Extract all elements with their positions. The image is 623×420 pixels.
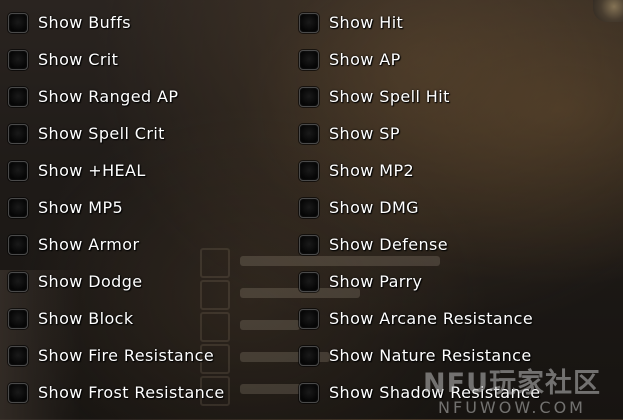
option-show-hit[interactable]: Show Hit [299, 4, 541, 41]
option-label: Show +HEAL [38, 161, 146, 180]
option-show-parry[interactable]: Show Parry [299, 263, 541, 300]
checkbox-show-armor[interactable] [8, 234, 28, 255]
checkbox-show-spell-crit[interactable] [8, 123, 28, 144]
option-show-armor[interactable]: Show Armor [8, 226, 225, 263]
option-show-spell-hit[interactable]: Show Spell Hit [299, 78, 541, 115]
option-show-ranged-ap[interactable]: Show Ranged AP [8, 78, 225, 115]
checkbox-show-hit[interactable] [299, 12, 319, 33]
corner-ornament-icon [593, 0, 623, 22]
checkbox-show-dmg[interactable] [299, 197, 319, 218]
option-label: Show Hit [329, 13, 404, 32]
option-label: Show Parry [329, 272, 423, 291]
checkbox-show-frost-resistance[interactable] [8, 382, 28, 403]
option-label: Show Buffs [38, 13, 131, 32]
checkbox-show-mp5[interactable] [8, 197, 28, 218]
option-show-crit[interactable]: Show Crit [8, 41, 225, 78]
checkbox-show-parry[interactable] [299, 271, 319, 292]
checkbox-show-ranged-ap[interactable] [8, 86, 28, 107]
checkbox-show-ap[interactable] [299, 49, 319, 70]
option-show-ap[interactable]: Show AP [299, 41, 541, 78]
option-label: Show MP5 [38, 198, 124, 217]
option-show-spell-crit[interactable]: Show Spell Crit [8, 115, 225, 152]
option-show-arcane-resistance[interactable]: Show Arcane Resistance [299, 300, 541, 337]
options-column-right: Show Hit Show AP Show Spell Hit Show SP … [299, 4, 541, 411]
option-label: Show Spell Hit [329, 87, 450, 106]
option-label: Show Defense [329, 235, 449, 254]
checkbox-show-spell-hit[interactable] [299, 86, 319, 107]
option-label: Show Nature Resistance [329, 346, 532, 365]
option-show-mp5[interactable]: Show MP5 [8, 189, 225, 226]
option-label: Show Ranged AP [38, 87, 179, 106]
checkbox-show-heal[interactable] [8, 160, 28, 181]
option-show-dmg[interactable]: Show DMG [299, 189, 541, 226]
option-show-shadow-resistance[interactable]: Show Shadow Resistance [299, 374, 541, 411]
checkbox-show-fire-resistance[interactable] [8, 345, 28, 366]
option-show-heal[interactable]: Show +HEAL [8, 152, 225, 189]
checkbox-show-sp[interactable] [299, 123, 319, 144]
checkbox-show-defense[interactable] [299, 234, 319, 255]
checkbox-show-arcane-resistance[interactable] [299, 308, 319, 329]
option-label: Show DMG [329, 198, 419, 217]
option-show-mp2[interactable]: Show MP2 [299, 152, 541, 189]
option-show-sp[interactable]: Show SP [299, 115, 541, 152]
option-label: Show SP [329, 124, 400, 143]
checkbox-show-nature-resistance[interactable] [299, 345, 319, 366]
option-label: Show Armor [38, 235, 140, 254]
option-label: Show Crit [38, 50, 119, 69]
option-label: Show Frost Resistance [38, 383, 225, 402]
checkbox-show-dodge[interactable] [8, 271, 28, 292]
option-label: Show AP [329, 50, 401, 69]
option-show-nature-resistance[interactable]: Show Nature Resistance [299, 337, 541, 374]
option-show-fire-resistance[interactable]: Show Fire Resistance [8, 337, 225, 374]
option-label: Show Dodge [38, 272, 143, 291]
checkbox-show-crit[interactable] [8, 49, 28, 70]
checkbox-show-mp2[interactable] [299, 160, 319, 181]
option-label: Show Shadow Resistance [329, 383, 541, 402]
option-label: Show MP2 [329, 161, 415, 180]
option-label: Show Arcane Resistance [329, 309, 534, 328]
checkbox-show-buffs[interactable] [8, 12, 28, 33]
option-label: Show Fire Resistance [38, 346, 215, 365]
option-show-defense[interactable]: Show Defense [299, 226, 541, 263]
option-label: Show Block [38, 309, 134, 328]
option-show-buffs[interactable]: Show Buffs [8, 4, 225, 41]
option-label: Show Spell Crit [38, 124, 165, 143]
option-show-dodge[interactable]: Show Dodge [8, 263, 225, 300]
option-show-frost-resistance[interactable]: Show Frost Resistance [8, 374, 225, 411]
checkbox-show-shadow-resistance[interactable] [299, 382, 319, 403]
checkbox-show-block[interactable] [8, 308, 28, 329]
option-show-block[interactable]: Show Block [8, 300, 225, 337]
options-column-left: Show Buffs Show Crit Show Ranged AP Show… [8, 4, 225, 411]
